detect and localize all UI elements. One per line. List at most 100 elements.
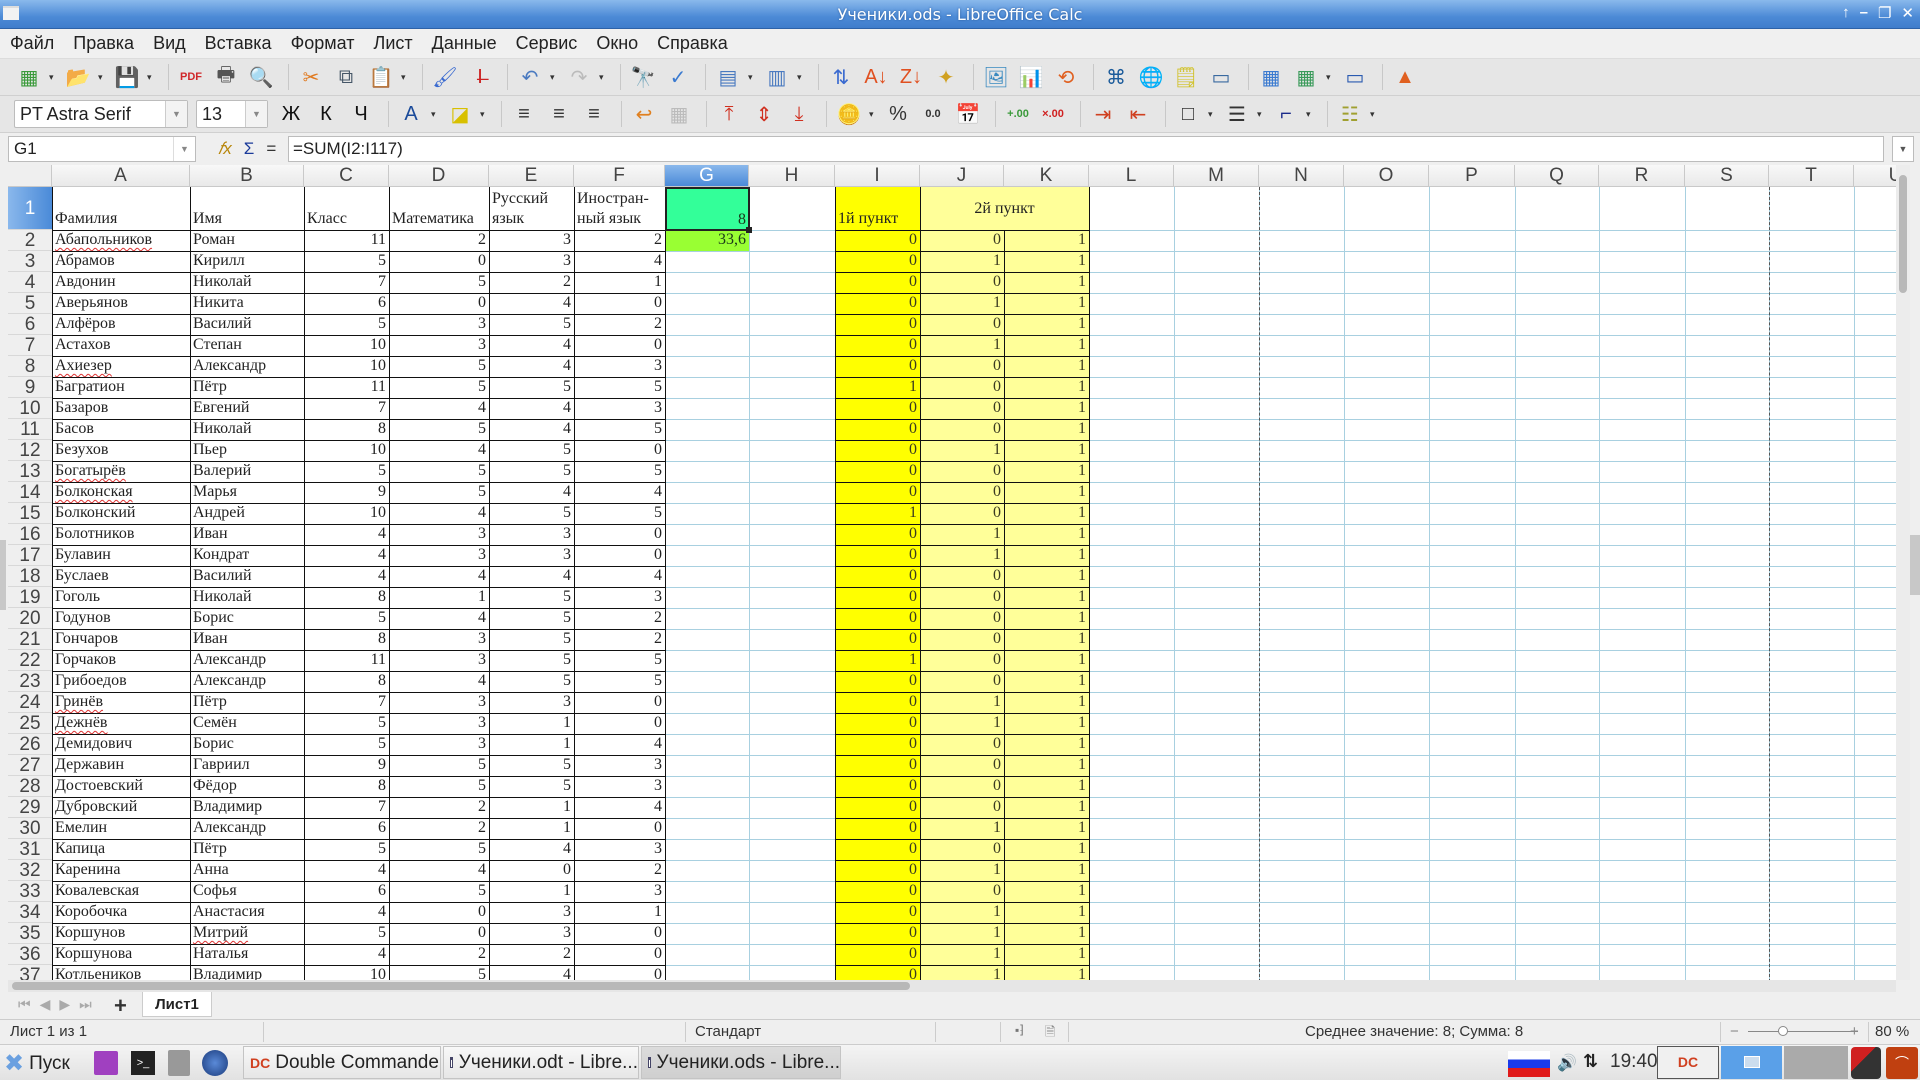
first-sheet-icon[interactable]: ⏮	[18, 996, 31, 1013]
cell-russian[interactable]: 5	[489, 461, 574, 482]
cell-point1[interactable]: 0	[835, 398, 920, 419]
cell-last-name[interactable]: Державин	[52, 755, 190, 776]
cell-math[interactable]: 4	[389, 671, 489, 692]
cell-point2b[interactable]: 1	[1004, 860, 1089, 881]
cell-foreign[interactable]: 2	[574, 314, 665, 335]
cell-class[interactable]: 5	[304, 251, 389, 272]
row-header-14[interactable]: 14	[8, 482, 52, 503]
cell-foreign[interactable]: 0	[574, 923, 665, 944]
name-box[interactable]: G1 ▼	[8, 136, 196, 162]
cell-math[interactable]: 3	[389, 713, 489, 734]
borders-icon[interactable]: □	[1173, 99, 1203, 129]
cell-russian[interactable]: 2	[489, 944, 574, 965]
column-header-H[interactable]: H	[749, 165, 835, 187]
cell-point2b[interactable]: 1	[1004, 272, 1089, 293]
undo-icon[interactable]: ↶	[515, 62, 545, 92]
number-format-icon[interactable]: 0.0	[918, 99, 948, 129]
cell-point2a[interactable]: 1	[920, 923, 1004, 944]
cell-first-name[interactable]: Анастасия	[190, 902, 304, 923]
cell-point2a[interactable]: 0	[920, 461, 1004, 482]
cell-point1[interactable]: 0	[835, 524, 920, 545]
cell-foreign[interactable]: 5	[574, 377, 665, 398]
zoom-in-button[interactable]: +	[1850, 1023, 1859, 1040]
align-center-icon[interactable]: ≡	[544, 99, 574, 129]
cell-point2b[interactable]: 1	[1004, 356, 1089, 377]
font-name-combobox[interactable]: PT Astra Serif ▼	[14, 100, 188, 128]
cell-last-name[interactable]: Коршунова	[52, 944, 190, 965]
merge-cells-icon[interactable]: ▦	[664, 99, 694, 129]
cell-first-name[interactable]: Фёдор	[190, 776, 304, 797]
cell-point1[interactable]: 0	[835, 461, 920, 482]
cell-last-name[interactable]: Богатырёв	[52, 461, 190, 482]
cell-point2b[interactable]: 1	[1004, 293, 1089, 314]
cell-point1[interactable]: 0	[835, 419, 920, 440]
chevron-down-icon[interactable]: ▾	[797, 72, 805, 83]
cell-class[interactable]: 11	[304, 230, 389, 251]
cell-foreign[interactable]: 0	[574, 545, 665, 566]
insert-chart-icon[interactable]: 📊	[1016, 62, 1046, 92]
cell-last-name[interactable]: Болконская	[52, 482, 190, 503]
shapes-icon[interactable]: ▲	[1390, 62, 1420, 92]
font-color-icon[interactable]: A	[396, 99, 426, 129]
cell-first-name[interactable]: Гавриил	[190, 755, 304, 776]
cell-math[interactable]: 4	[389, 566, 489, 587]
cell-foreign[interactable]: 5	[574, 419, 665, 440]
cell-point2b[interactable]: 1	[1004, 503, 1089, 524]
cell-class[interactable]: 5	[304, 923, 389, 944]
header-cell-E[interactable]: Русский язык	[489, 187, 574, 230]
chevron-down-icon[interactable]: ▾	[748, 72, 756, 83]
cell-point2a[interactable]: 0	[920, 230, 1004, 251]
cell-russian[interactable]: 5	[489, 671, 574, 692]
cell-point1[interactable]: 0	[835, 860, 920, 881]
cell-math[interactable]: 0	[389, 923, 489, 944]
cell-point2b[interactable]: 1	[1004, 923, 1089, 944]
cell-last-name[interactable]: Грибоедов	[52, 671, 190, 692]
cell-point2a[interactable]: 1	[920, 335, 1004, 356]
cell-point1[interactable]: 0	[835, 608, 920, 629]
row-header-6[interactable]: 6	[8, 314, 52, 335]
cell-class[interactable]: 11	[304, 650, 389, 671]
row-header-16[interactable]: 16	[8, 524, 52, 545]
cell-last-name[interactable]: Каренина	[52, 860, 190, 881]
cell-point2a[interactable]: 0	[920, 776, 1004, 797]
cell-foreign[interactable]: 3	[574, 587, 665, 608]
taskbar-window-button[interactable]: Ученики.odt - Libre...	[443, 1046, 639, 1079]
cell-russian[interactable]: 3	[489, 923, 574, 944]
cell-foreign[interactable]: 0	[574, 713, 665, 734]
cell-first-name[interactable]: Марья	[190, 482, 304, 503]
cell-point2b[interactable]: 1	[1004, 713, 1089, 734]
cell-foreign[interactable]: 0	[574, 293, 665, 314]
cell-class[interactable]: 5	[304, 461, 389, 482]
print-icon[interactable]: 🖶	[211, 62, 241, 92]
cell-last-name[interactable]: Булавин	[52, 545, 190, 566]
cell-point2a[interactable]: 1	[920, 860, 1004, 881]
cell-class[interactable]: 5	[304, 608, 389, 629]
cell-russian[interactable]: 1	[489, 734, 574, 755]
cell-point2a[interactable]: 1	[920, 713, 1004, 734]
cell-class[interactable]: 4	[304, 545, 389, 566]
align-left-icon[interactable]: ≡	[509, 99, 539, 129]
cell-class[interactable]: 6	[304, 293, 389, 314]
cell-last-name[interactable]: Емелин	[52, 818, 190, 839]
cell-first-name[interactable]: Софья	[190, 881, 304, 902]
cell-class[interactable]: 7	[304, 398, 389, 419]
vertical-scrollbar[interactable]	[1896, 165, 1910, 980]
cell-point2a[interactable]: 1	[920, 251, 1004, 272]
cell-point2a[interactable]: 0	[920, 503, 1004, 524]
cell-foreign[interactable]: 3	[574, 356, 665, 377]
cell-point2b[interactable]: 1	[1004, 881, 1089, 902]
chevron-down-icon[interactable]: ▼	[165, 101, 187, 127]
cell-first-name[interactable]: Наталья	[190, 944, 304, 965]
cell-first-name[interactable]: Борис	[190, 608, 304, 629]
cell-point1[interactable]: 0	[835, 902, 920, 923]
column-header-G[interactable]: G	[665, 165, 749, 187]
cell-last-name[interactable]: Ковалевская	[52, 881, 190, 902]
chevron-down-icon[interactable]: ▾	[480, 109, 488, 120]
row-header-8[interactable]: 8	[8, 356, 52, 377]
cell-point2a[interactable]: 0	[920, 797, 1004, 818]
cell-point1[interactable]: 0	[835, 566, 920, 587]
autofilter-icon[interactable]: ✦	[931, 62, 961, 92]
cell-math[interactable]: 4	[389, 608, 489, 629]
chevron-down-icon[interactable]: ▾	[599, 72, 607, 83]
chevron-down-icon[interactable]: ▾	[401, 72, 409, 83]
